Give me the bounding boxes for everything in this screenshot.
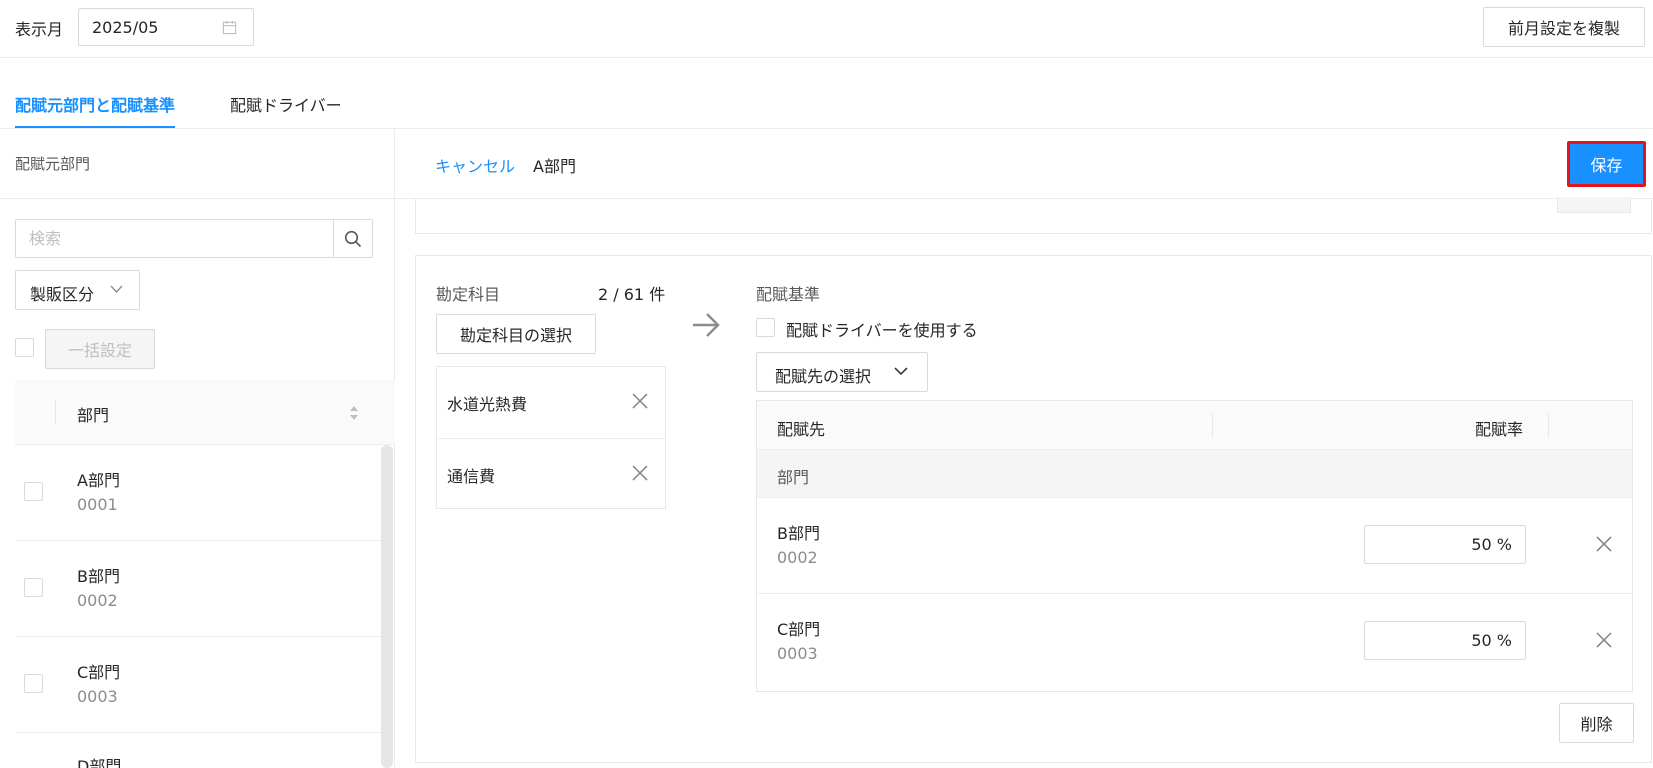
selected-department: A部門 <box>533 157 576 176</box>
destination-column-header: 配賦先 <box>777 420 826 439</box>
account-item: 水道光熱費 <box>437 367 665 438</box>
row-checkbox[interactable] <box>24 482 43 501</box>
department-row[interactable]: C部門 0003 <box>15 637 381 733</box>
allocation-table-header: 配賦先 配賦率 <box>757 401 1632 450</box>
use-driver-label[interactable]: 配賦ドライバーを使用する <box>786 317 978 341</box>
rate-input[interactable]: 50 % <box>1364 621 1526 660</box>
department-row[interactable]: A部門 0001 <box>15 445 381 541</box>
detail-header: キャンセル A部門 <box>395 129 1653 199</box>
tab-source-departments[interactable]: 配賦元部門と配賦基準 <box>15 92 176 128</box>
month-picker[interactable]: 2025/05 <box>78 8 254 46</box>
column-divider <box>55 400 56 425</box>
destination-name: C部門 <box>777 620 821 639</box>
department-column-header: 部門 <box>77 406 110 425</box>
department-code: 0003 <box>77 687 118 706</box>
department-table-header: 部門 <box>15 380 395 445</box>
segment-filter-dropdown[interactable]: 製販区分 <box>15 270 140 310</box>
allocation-basis-label: 配賦基準 <box>756 285 821 304</box>
row-checkbox[interactable] <box>24 578 43 597</box>
rate-value: 50 % <box>1471 535 1512 554</box>
destination-code: 0002 <box>777 548 818 567</box>
selected-accounts-list: 水道光熱費 通信費 <box>436 366 666 509</box>
search-button[interactable] <box>333 219 373 258</box>
scrollbar-thumb[interactable] <box>381 445 393 768</box>
allocation-destination-table: 配賦先 配賦率 部門 B部門 0002 50 % C部門 0003 50 % <box>756 400 1633 692</box>
column-divider <box>1548 413 1549 438</box>
copy-previous-month-button[interactable]: 前月設定を複製 <box>1483 7 1645 47</box>
chevron-down-icon <box>110 285 123 293</box>
destination-code: 0003 <box>777 644 818 663</box>
save-button[interactable]: 保存 <box>1567 141 1646 187</box>
cancel-link[interactable]: キャンセル <box>435 153 515 177</box>
select-destination-button[interactable]: 配賦先の選択 <box>756 352 928 392</box>
select-accounts-button[interactable]: 勘定科目の選択 <box>436 314 596 354</box>
month-label: 表示月 <box>15 20 64 39</box>
department-name: C部門 <box>77 663 121 682</box>
source-department-header: 配賦元部門 <box>0 129 395 199</box>
accounts-label: 勘定科目 <box>436 285 501 304</box>
list-scrollbar[interactable] <box>381 445 393 768</box>
account-item: 通信費 <box>437 438 665 509</box>
source-department-panel: 配賦元部門 製販区分 一括設定 部門 A部門 0001 B部門 <box>0 129 395 768</box>
department-code: 0002 <box>77 591 118 610</box>
search-box <box>15 219 334 258</box>
hidden-button-edge <box>1557 197 1631 213</box>
search-input[interactable] <box>16 220 333 257</box>
tab-allocation-drivers[interactable]: 配賦ドライバー <box>230 92 342 116</box>
tab-bar: 配賦元部門と配賦基準 配賦ドライバー <box>0 58 1653 129</box>
close-icon[interactable] <box>631 392 649 410</box>
select-all-checkbox[interactable] <box>15 338 34 357</box>
delete-button[interactable]: 削除 <box>1559 703 1634 743</box>
chevron-down-icon <box>894 367 908 376</box>
group-row: 部門 <box>757 450 1632 498</box>
previous-card-edge <box>415 197 1652 234</box>
search-icon <box>344 230 362 247</box>
table-row: C部門 0003 50 % <box>757 594 1632 690</box>
department-name: A部門 <box>77 471 120 490</box>
month-value: 2025/05 <box>92 18 159 37</box>
sort-icon[interactable] <box>349 405 359 421</box>
destination-name: B部門 <box>777 524 820 543</box>
rate-column-header: 配賦率 <box>1475 420 1524 439</box>
bulk-setting-button[interactable]: 一括設定 <box>45 329 155 369</box>
row-checkbox[interactable] <box>24 674 43 693</box>
group-label: 部門 <box>777 468 810 487</box>
close-icon[interactable] <box>1595 535 1613 553</box>
rate-input[interactable]: 50 % <box>1364 525 1526 564</box>
segment-filter-label: 製販区分 <box>30 285 95 304</box>
allocation-rule-card: 勘定科目 2 / 61 件 勘定科目の選択 水道光熱費 通信費 配賦基準 配賦ド… <box>415 255 1652 763</box>
account-name: 水道光熱費 <box>447 395 528 414</box>
department-row[interactable]: D部門 <box>15 733 381 768</box>
column-divider <box>1212 413 1213 438</box>
table-row: B部門 0002 50 % <box>757 498 1632 594</box>
close-icon[interactable] <box>631 464 649 482</box>
use-driver-checkbox[interactable] <box>756 318 775 337</box>
source-department-title: 配賦元部門 <box>15 155 91 173</box>
calendar-icon <box>222 20 237 35</box>
department-code: 0001 <box>77 495 118 514</box>
select-destination-label: 配賦先の選択 <box>775 367 872 386</box>
department-name: B部門 <box>77 567 120 586</box>
rate-value: 50 % <box>1471 631 1512 650</box>
accounts-count: 2 / 61 件 <box>598 285 666 304</box>
department-name: D部門 <box>77 757 122 768</box>
close-icon[interactable] <box>1595 631 1613 649</box>
arrow-right-icon <box>693 313 720 337</box>
department-row[interactable]: B部門 0002 <box>15 541 381 637</box>
account-name: 通信費 <box>447 467 496 486</box>
top-bar: 表示月 2025/05 前月設定を複製 <box>0 0 1653 58</box>
